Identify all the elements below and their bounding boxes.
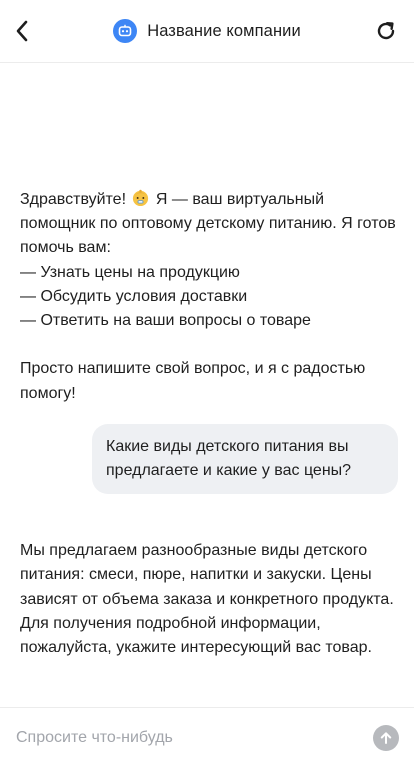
bot-message-greeting: Здравствуйте! Я — ваш виртуальный помощн… bbox=[20, 188, 396, 406]
bot-icon bbox=[118, 24, 132, 37]
refresh-icon bbox=[377, 22, 395, 40]
refresh-button[interactable] bbox=[372, 17, 400, 45]
chat-header: Название компании bbox=[0, 0, 414, 63]
user-message-text: Какие виды детского питания вы предлагае… bbox=[106, 438, 352, 480]
send-button[interactable] bbox=[373, 725, 399, 751]
header-title-group: Название компании bbox=[0, 18, 414, 44]
bot-message-text: Здравствуйте! bbox=[20, 191, 131, 208]
arrow-up-icon bbox=[380, 732, 392, 744]
message-input[interactable] bbox=[14, 722, 358, 754]
chat-thread[interactable]: Здравствуйте! Я — ваш виртуальный помощн… bbox=[0, 63, 414, 706]
baby-emoji-icon bbox=[133, 189, 149, 207]
message-composer bbox=[0, 707, 414, 770]
company-title: Название компании bbox=[147, 21, 301, 40]
bot-message-answer: Мы предлагаем разнообразные виды детског… bbox=[20, 515, 396, 660]
user-message-bubble: Какие виды детского питания вы предлагае… bbox=[92, 424, 398, 495]
bot-avatar bbox=[113, 19, 138, 43]
bot-message-answer-text: Мы предлагаем разнообразные виды детског… bbox=[20, 542, 394, 657]
bot-message-text-continued: Я — ваш виртуальный помощник по оптовому… bbox=[20, 191, 396, 402]
